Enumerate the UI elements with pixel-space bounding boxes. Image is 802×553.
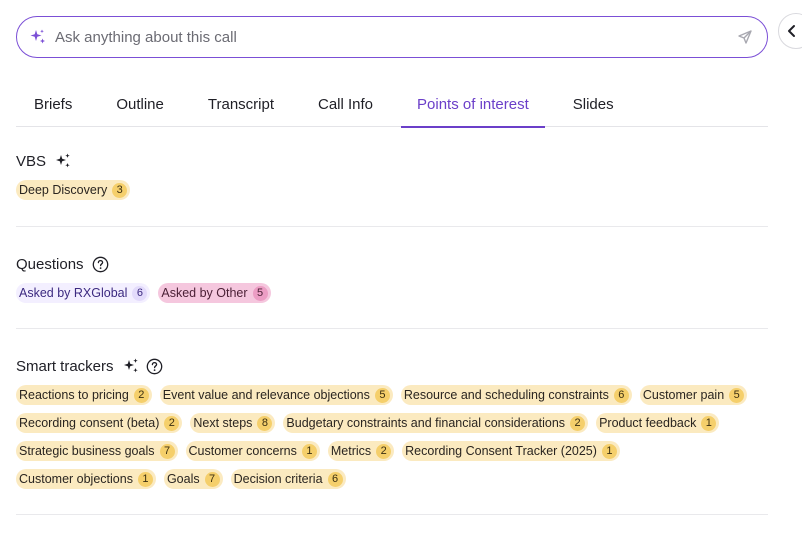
smart-trackers-section: Smart trackers Reactions to pricing 2 Eve… [16, 356, 768, 497]
vbs-chips: Deep Discovery 3 [16, 180, 768, 208]
chip-label: Resource and scheduling constraints [403, 388, 609, 402]
sparkle-icon [29, 28, 47, 46]
chip-label: Next steps [193, 416, 253, 430]
sparkle-icon [54, 152, 72, 170]
chip-count: 6 [132, 285, 148, 301]
chip-count: 7 [159, 443, 175, 459]
chip-count: 1 [701, 415, 717, 431]
chip-label: Recording consent (beta) [19, 416, 160, 430]
chip-count: 7 [204, 471, 220, 487]
chip-count: 8 [257, 415, 273, 431]
chip-label: Goals [166, 472, 200, 486]
chip-label: Customer objections [19, 472, 133, 486]
chip-recording-consent-tracker-2025[interactable]: Recording Consent Tracker (2025) 1 [402, 441, 620, 461]
smart-trackers-title-row: Smart trackers [16, 356, 768, 376]
chip-label: Deep Discovery [19, 183, 108, 197]
chip-count: 1 [601, 443, 617, 459]
chip-asked-by-rxglobal[interactable]: Asked by RXGlobal 6 [16, 283, 151, 303]
chip-asked-by-other[interactable]: Asked by Other 5 [158, 283, 271, 303]
chip-label: Recording Consent Tracker (2025) [405, 444, 597, 458]
tab-briefs[interactable]: Briefs [34, 84, 72, 127]
chip-count: 6 [613, 387, 629, 403]
help-circle-icon[interactable] [146, 358, 163, 375]
chip-strategic-business-goals[interactable]: Strategic business goals 7 [16, 441, 178, 461]
chip-label: Customer pain [642, 388, 725, 402]
chip-count: 2 [133, 387, 149, 403]
chip-count: 5 [252, 285, 268, 301]
smart-trackers-title: Smart trackers [16, 357, 114, 375]
tab-points-of-interest[interactable]: Points of interest [401, 84, 545, 128]
chip-reactions-to-pricing[interactable]: Reactions to pricing 2 [16, 385, 152, 405]
sparkle-icon [122, 357, 140, 375]
tab-call-info[interactable]: Call Info [318, 84, 373, 127]
chip-label: Customer concerns [188, 444, 297, 458]
questions-chips: Asked by RXGlobal 6 Asked by Other 5 [16, 283, 768, 311]
chip-count: 1 [301, 443, 317, 459]
chip-count: 3 [112, 182, 128, 198]
tab-slides[interactable]: Slides [573, 84, 614, 127]
ask-input[interactable] [55, 28, 737, 46]
send-icon[interactable] [737, 29, 753, 45]
vbs-title: VBS [16, 152, 47, 170]
divider [16, 328, 768, 329]
chip-event-value-objections[interactable]: Event value and relevance objections 5 [159, 385, 393, 405]
help-circle-icon[interactable] [92, 256, 109, 273]
vbs-title-row: VBS [16, 151, 768, 171]
chip-count: 2 [164, 415, 180, 431]
chip-product-feedback[interactable]: Product feedback 1 [596, 413, 720, 433]
tab-transcript[interactable]: Transcript [208, 84, 274, 127]
chip-count: 1 [137, 471, 153, 487]
chip-customer-pain[interactable]: Customer pain 5 [639, 385, 748, 405]
tab-outline[interactable]: Outline [116, 84, 164, 127]
chip-label: Reactions to pricing [19, 388, 129, 402]
tab-bar: Briefs Outline Transcript Call Info Poin… [16, 84, 768, 128]
divider [16, 514, 768, 515]
questions-section: Questions Asked by RXGlobal 6 Asked by O… [16, 254, 768, 311]
chip-count: 2 [376, 443, 392, 459]
chip-count: 5 [729, 387, 745, 403]
chip-label: Decision criteria [233, 472, 323, 486]
questions-title-row: Questions [16, 254, 768, 274]
questions-title: Questions [16, 255, 84, 273]
chip-budgetary-constraints[interactable]: Budgetary constraints and financial cons… [283, 413, 589, 433]
chip-goals[interactable]: Goals 7 [163, 469, 223, 489]
chip-label: Metrics [330, 444, 372, 458]
smart-trackers-chips: Reactions to pricing 2 Event value and re… [16, 385, 768, 497]
chip-resource-scheduling-constraints[interactable]: Resource and scheduling constraints 6 [400, 385, 632, 405]
vbs-section: VBS Deep Discovery 3 [16, 151, 768, 208]
ask-bar[interactable] [16, 16, 768, 58]
chip-label: Strategic business goals [19, 444, 155, 458]
chip-customer-concerns[interactable]: Customer concerns 1 [185, 441, 320, 461]
chip-label: Event value and relevance objections [162, 388, 370, 402]
chip-decision-criteria[interactable]: Decision criteria 6 [230, 469, 346, 489]
divider [16, 226, 768, 227]
collapse-panel-button[interactable] [778, 13, 802, 49]
chip-label: Asked by RXGlobal [19, 286, 128, 300]
chip-next-steps[interactable]: Next steps 8 [190, 413, 276, 433]
chip-label: Product feedback [599, 416, 697, 430]
chip-count: 6 [327, 471, 343, 487]
chip-customer-objections[interactable]: Customer objections 1 [16, 469, 156, 489]
chip-label: Asked by Other [161, 286, 248, 300]
chip-recording-consent-beta[interactable]: Recording consent (beta) 2 [16, 413, 183, 433]
chip-count: 2 [570, 415, 586, 431]
chip-metrics[interactable]: Metrics 2 [327, 441, 395, 461]
chip-count: 5 [374, 387, 390, 403]
chevron-left-icon [786, 24, 798, 38]
chip-deep-discovery[interactable]: Deep Discovery 3 [16, 180, 131, 200]
chip-label: Budgetary constraints and financial cons… [286, 416, 566, 430]
